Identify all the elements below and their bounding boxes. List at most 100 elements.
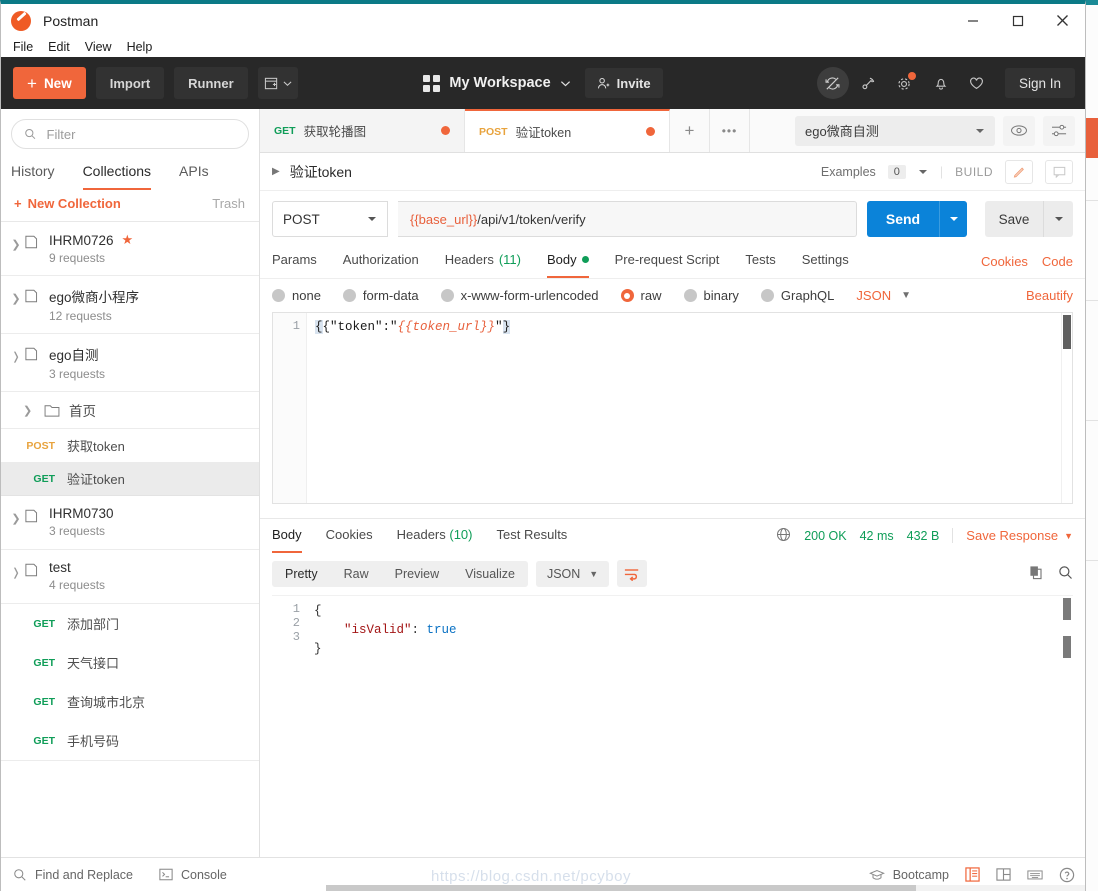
send-button[interactable]: Send [867, 201, 939, 237]
scrollbar-thumb[interactable] [1063, 598, 1071, 620]
bell-icon[interactable] [925, 67, 957, 99]
response-format-select[interactable]: JSON ▼ [535, 560, 610, 587]
new-tab-button[interactable]: + [670, 109, 710, 152]
sync-disabled-icon[interactable] [816, 67, 849, 99]
response-tab-test-results[interactable]: Test Results [497, 519, 568, 553]
satellite-icon[interactable] [853, 67, 885, 99]
tab-settings[interactable]: Settings [802, 245, 849, 278]
response-tab-cookies[interactable]: Cookies [326, 519, 373, 553]
search-icon[interactable] [1058, 565, 1073, 583]
menu-file[interactable]: File [7, 39, 39, 55]
filter-box[interactable] [11, 119, 249, 149]
eye-icon[interactable] [1003, 115, 1035, 146]
edit-pencil-icon[interactable] [1005, 159, 1033, 184]
tab-pre-request-script[interactable]: Pre-request Script [615, 245, 720, 278]
request-item-get-token[interactable]: POST 获取token [1, 429, 259, 462]
comment-icon[interactable] [1045, 159, 1073, 184]
cookies-link[interactable]: Cookies [981, 254, 1028, 269]
response-tab-body[interactable]: Body [272, 519, 302, 553]
menu-view[interactable]: View [79, 39, 118, 55]
new-window-button[interactable] [257, 67, 298, 99]
keyboard-icon[interactable] [1027, 868, 1043, 881]
tab-options-button[interactable]: ••• [710, 109, 750, 152]
invite-button[interactable]: Invite [584, 68, 663, 98]
close-button[interactable] [1040, 4, 1085, 37]
menu-help[interactable]: Help [121, 39, 159, 55]
sign-in-button[interactable]: Sign In [1004, 68, 1075, 98]
code-link[interactable]: Code [1042, 254, 1073, 269]
editor-code[interactable]: {{"token":"{{token_url}}"} [307, 313, 1072, 503]
url-input[interactable]: {{base_url}}/api/v1/token/verify [398, 201, 857, 237]
chevron-right-icon[interactable]: ❯ [7, 232, 25, 251]
scrollbar-thumb-secondary[interactable] [1063, 636, 1071, 658]
tab-authorization[interactable]: Authorization [343, 245, 419, 278]
request-tab-get-carousel[interactable]: GET 获取轮播图 [260, 109, 465, 152]
chevron-right-icon[interactable]: ❯ [7, 286, 25, 305]
save-response-button[interactable]: Save Response ▼ [952, 528, 1073, 543]
collection-item-ego-weishang[interactable]: ❯ ego微商小程序 12 requests [1, 276, 259, 334]
minimize-button[interactable] [950, 4, 995, 37]
http-method-select[interactable]: POST [272, 201, 388, 237]
request-item-phone[interactable]: GET 手机号码 [1, 721, 259, 761]
view-mode-raw[interactable]: Raw [331, 561, 382, 587]
runner-button[interactable]: Runner [174, 67, 248, 99]
view-mode-visualize[interactable]: Visualize [452, 561, 528, 587]
copy-icon[interactable] [1029, 565, 1044, 583]
gear-icon[interactable] [889, 67, 921, 99]
wrap-text-icon[interactable] [617, 560, 648, 587]
request-tab-verify-token[interactable]: POST 验证token [465, 109, 670, 152]
console-button[interactable]: Console [159, 868, 227, 882]
response-code[interactable]: { "isValid": true} [306, 596, 465, 755]
save-options-button[interactable] [1043, 201, 1073, 237]
body-type-urlencoded[interactable]: x-www-form-urlencoded [440, 288, 599, 303]
tab-params[interactable]: Params [272, 245, 317, 278]
beautify-button[interactable]: Beautify [1026, 288, 1073, 303]
layout-icon[interactable] [996, 867, 1011, 882]
request-item-add-dept[interactable]: GET 添加部门 [1, 604, 259, 643]
response-scrollbar[interactable] [1062, 596, 1073, 755]
raw-format-select[interactable]: JSON ▼ [856, 288, 911, 303]
scrollbar-thumb[interactable] [326, 885, 916, 891]
body-type-raw[interactable]: raw [620, 288, 662, 303]
chevron-right-icon[interactable]: ❯ [23, 404, 35, 417]
chevron-right-icon[interactable]: ❯ [7, 506, 25, 525]
trash-button[interactable]: Trash [212, 196, 245, 211]
find-and-replace-button[interactable]: Find and Replace [13, 868, 133, 882]
scrollbar-thumb[interactable] [1063, 315, 1071, 349]
collection-item-test[interactable]: ❭ test 4 requests [1, 550, 259, 604]
body-type-form-data[interactable]: form-data [342, 288, 419, 303]
collection-item-ego-zice[interactable]: ❭ ego自测 3 requests [1, 334, 259, 392]
tab-tests[interactable]: Tests [745, 245, 775, 278]
tab-history[interactable]: History [11, 157, 55, 190]
two-pane-icon[interactable] [965, 867, 980, 882]
response-tab-headers[interactable]: Headers (10) [397, 519, 473, 553]
request-item-weather[interactable]: GET 天气接口 [1, 643, 259, 682]
expand-caret-icon[interactable]: ▶ [272, 166, 280, 177]
help-icon[interactable] [1059, 867, 1075, 883]
send-options-button[interactable] [939, 201, 967, 237]
environment-selector[interactable]: ego微商自测 [795, 115, 995, 146]
new-collection-button[interactable]: + New Collection [14, 196, 121, 211]
star-icon[interactable]: ★ [122, 232, 134, 248]
tab-collections[interactable]: Collections [82, 157, 152, 190]
sub-folder-shouye[interactable]: ❯ 首页 [1, 392, 259, 429]
workspace-selector[interactable]: My Workspace [423, 74, 570, 92]
menu-edit[interactable]: Edit [42, 39, 76, 55]
new-button[interactable]: + New [13, 67, 86, 99]
view-mode-pretty[interactable]: Pretty [272, 561, 331, 587]
body-type-none[interactable]: none [272, 288, 321, 303]
tab-apis[interactable]: APIs [179, 157, 209, 190]
request-item-verify-token[interactable]: GET 验证token [1, 462, 259, 496]
chevron-down-icon[interactable]: ❭ [7, 344, 25, 363]
request-body-editor[interactable]: 1 {{"token":"{{token_url}}"} [272, 312, 1073, 504]
heart-icon[interactable] [961, 67, 993, 99]
editor-scrollbar[interactable] [1061, 313, 1072, 503]
sliders-icon[interactable] [1043, 115, 1075, 146]
bootcamp-button[interactable]: Bootcamp [868, 868, 949, 882]
request-item-query-city[interactable]: GET 查询城市北京 [1, 682, 259, 721]
view-mode-preview[interactable]: Preview [382, 561, 452, 587]
import-button[interactable]: Import [95, 67, 165, 99]
collection-item-ihrm0726[interactable]: ❯ IHRM0726 ★ 9 requests [1, 222, 259, 276]
tab-headers[interactable]: Headers (11) [445, 245, 521, 278]
save-button[interactable]: Save [985, 201, 1043, 237]
